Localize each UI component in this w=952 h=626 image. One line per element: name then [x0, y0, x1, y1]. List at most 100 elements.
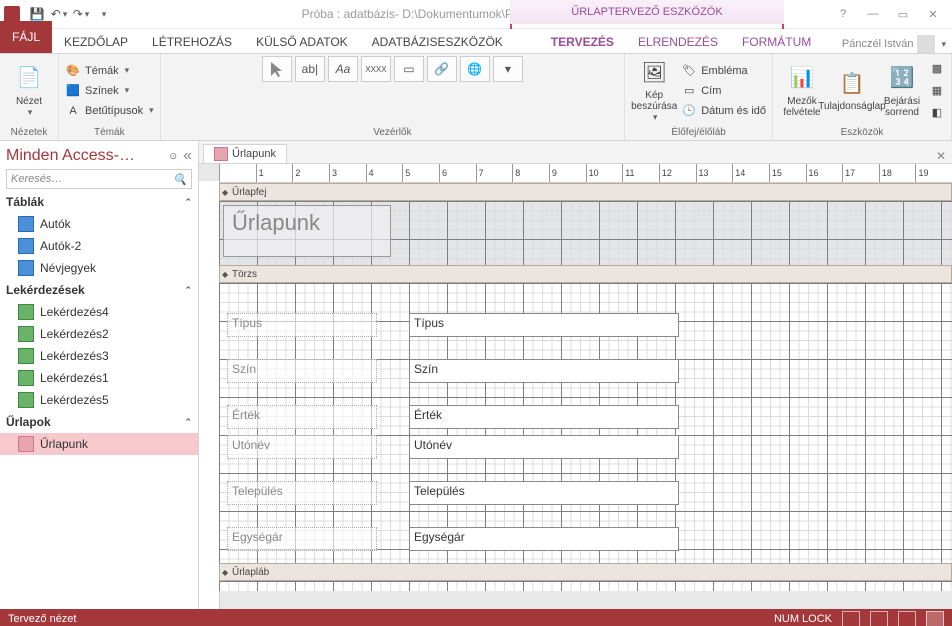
control-textbox[interactable]: ab| [295, 56, 325, 82]
numlock-indicator: NUM LOCK [774, 613, 832, 625]
tool-extra-2[interactable]: ▦ [929, 81, 945, 101]
control-hyperlink[interactable]: 🔗 [427, 56, 457, 82]
control-more[interactable]: ▾ [493, 56, 523, 82]
nav-item[interactable]: Autók-2 [0, 235, 198, 257]
restore-icon[interactable]: ▭ [888, 3, 918, 25]
form-title-label[interactable]: Űrlapunk [223, 205, 391, 257]
nav-item[interactable]: Lekérdezés3 [0, 345, 198, 367]
tool-extra-3[interactable]: ◧ [929, 103, 945, 123]
datetime-button[interactable]: 🕒Dátum és idő [681, 101, 766, 121]
nav-group-forms[interactable]: Űrlapok⌃ [0, 411, 198, 433]
view-button[interactable]: 📄 Nézet ▾ [6, 58, 52, 124]
field-label[interactable]: Érték [227, 405, 377, 429]
tab-arrange[interactable]: ELRENDEZÉS [626, 31, 730, 53]
nav-item[interactable]: Űrlapunk [0, 433, 198, 455]
tab-order-button[interactable]: 🔢Bejárási sorrend [879, 58, 925, 124]
minimize-icon[interactable]: — [858, 3, 888, 25]
control-webbrowser[interactable]: 🌐 [460, 56, 490, 82]
close-icon[interactable]: ✕ [918, 3, 948, 25]
field-label[interactable]: Utónév [227, 435, 377, 459]
add-fields-button[interactable]: 📊Mezők felvétele [779, 58, 825, 124]
field-label[interactable]: Típus [227, 313, 377, 337]
fonts-button[interactable]: ABetűtípusok▾ [65, 101, 154, 121]
nav-group-tables[interactable]: Táblák⌃ [0, 191, 198, 213]
nav-item[interactable]: Lekérdezés5 [0, 389, 198, 411]
nav-title-row[interactable]: Minden Access-… ⊙ « [0, 141, 198, 167]
form-header-section[interactable]: Űrlapunk [219, 201, 952, 265]
control-label[interactable]: Aa [328, 56, 358, 82]
view-icon: 📄 [14, 64, 44, 94]
tab-file[interactable]: FÁJL [0, 21, 52, 53]
property-sheet-button[interactable]: 📋Tulajdonságlap [829, 58, 875, 124]
tab-external[interactable]: KÜLSŐ ADATOK [244, 31, 360, 53]
chevron-up-icon: ⌃ [184, 285, 192, 296]
control-tab[interactable]: ▭ [394, 56, 424, 82]
search-placeholder: Keresés… [11, 173, 173, 185]
tab-format[interactable]: FORMÁTUM [730, 31, 823, 53]
section-detail-bar[interactable]: Törzs [219, 265, 952, 283]
field-textbox[interactable]: Egységár [409, 527, 679, 551]
field-label[interactable]: Szín [227, 359, 377, 383]
colors-icon: 🟦 [65, 83, 81, 99]
nav-item-label: Űrlapunk [40, 437, 88, 451]
logo-button[interactable]: 🏷Embléma [681, 61, 766, 81]
status-bar: Tervező nézet NUM LOCK [0, 609, 952, 626]
field-textbox[interactable]: Utónév [409, 435, 679, 459]
tool-icon: ▩ [929, 61, 945, 77]
field-textbox[interactable]: Érték [409, 405, 679, 429]
search-input[interactable]: Keresés… 🔍 [6, 169, 192, 189]
help-icon[interactable]: ? [828, 3, 858, 25]
vertical-ruler [199, 181, 220, 609]
tab-design[interactable]: TERVEZÉS [539, 31, 626, 53]
insert-image-button[interactable]: 🖼 Kép beszúrása▾ [631, 58, 677, 124]
search-icon: 🔍 [173, 173, 187, 186]
contextual-tools-title: ŰRLAPTERVEZŐ ESZKÖZÖK [510, 0, 784, 24]
nav-item[interactable]: Lekérdezés4 [0, 301, 198, 323]
field-textbox[interactable]: Szín [409, 359, 679, 383]
nav-group-queries[interactable]: Lekérdezések⌃ [0, 279, 198, 301]
document-close-icon[interactable]: ✕ [936, 149, 946, 163]
group-label-views: Nézetek [6, 125, 52, 140]
group-headerfooter: 🖼 Kép beszúrása▾ 🏷Embléma ▭Cím 🕒Dátum és… [625, 54, 773, 140]
field-textbox[interactable]: Típus [409, 313, 679, 337]
ribbon: 📄 Nézet ▾ Nézetek 🎨Témák▾ 🟦Színek▾ ABetű… [0, 54, 952, 141]
nav-item-label: Névjegyek [40, 261, 96, 275]
view-design-icon[interactable] [926, 611, 944, 626]
tool-extra-1[interactable]: ▩ [929, 59, 945, 79]
nav-item-label: Lekérdezés1 [40, 371, 109, 385]
field-textbox[interactable]: Település [409, 481, 679, 505]
document-tab[interactable]: Űrlapunk [203, 144, 287, 163]
view-datasheet-icon[interactable] [870, 611, 888, 626]
nav-item[interactable]: Lekérdezés2 [0, 323, 198, 345]
nav-item-label: Lekérdezés5 [40, 393, 109, 407]
tab-home[interactable]: KEZDŐLAP [52, 31, 140, 53]
section-footer-bar[interactable]: Űrlapláb [219, 563, 952, 581]
nav-item-label: Autók-2 [40, 239, 81, 253]
nav-item[interactable]: Névjegyek [0, 257, 198, 279]
themes-button[interactable]: 🎨Témák▾ [65, 61, 154, 81]
form-footer-section[interactable] [219, 581, 952, 591]
form-detail-section[interactable]: Típus Típus Szín Szín Érték Érték Utónév Utónév… [219, 283, 952, 563]
tab-create[interactable]: LÉTREHOZÁS [140, 31, 244, 53]
nav-item[interactable]: Autók [0, 213, 198, 235]
qat-customize-icon[interactable]: ▾ [92, 3, 114, 25]
title-button[interactable]: ▭Cím [681, 81, 766, 101]
qat-redo-icon[interactable]: ↷▾ [70, 3, 92, 25]
view-form-icon[interactable] [842, 611, 860, 626]
control-select[interactable] [262, 56, 292, 82]
field-label[interactable]: Egységár [227, 527, 377, 551]
group-views: 📄 Nézet ▾ Nézetek [0, 54, 59, 140]
group-label-tools: Eszközök [779, 125, 945, 140]
view-layout-icon[interactable] [898, 611, 916, 626]
nav-collapse-icon[interactable]: « [183, 147, 192, 165]
object-icon [18, 370, 34, 386]
field-label[interactable]: Település [227, 481, 377, 505]
section-header-bar[interactable]: Űrlapfej [219, 183, 952, 201]
title-bar: 💾 ↶▾ ↷▾ ▾ Próba : adatbázis- D:\Dokument… [0, 0, 952, 29]
horizontal-ruler: 12345678910111213141516171819 [219, 164, 952, 183]
colors-button[interactable]: 🟦Színek▾ [65, 81, 154, 101]
control-button[interactable]: XXXX [361, 56, 391, 82]
tab-dbtools[interactable]: ADATBÁZISESZKÖZÖK [360, 31, 515, 53]
nav-item[interactable]: Lekérdezés1 [0, 367, 198, 389]
account-area[interactable]: Pánczél István ▾ [842, 35, 946, 53]
